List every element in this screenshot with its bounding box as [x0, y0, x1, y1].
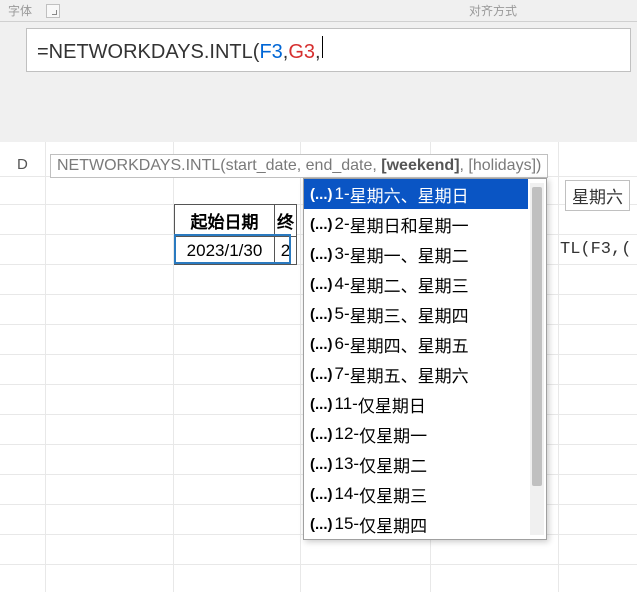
- dropdown-item-6[interactable]: (...)6 - 星期四、星期五: [304, 329, 528, 359]
- constant-icon: (...): [310, 486, 333, 503]
- dropdown-item-1[interactable]: (...)1 - 星期六、星期日: [304, 179, 528, 209]
- dropdown-item-4[interactable]: (...)4 - 星期二、星期三: [304, 269, 528, 299]
- dropdown-item-5[interactable]: (...)5 - 星期三、星期四: [304, 299, 528, 329]
- table-row: 2023/1/30 2: [175, 237, 297, 265]
- dropdown-item-2[interactable]: (...)2 - 星期日和星期一: [304, 209, 528, 239]
- constant-icon: (...): [310, 216, 333, 233]
- dropdown-item-11[interactable]: (...)11 - 仅星期日: [304, 389, 528, 419]
- table-row: 起始日期 终: [175, 205, 297, 237]
- constant-icon: (...): [310, 396, 333, 413]
- dropdown-item-14[interactable]: (...)14 - 仅星期三: [304, 479, 528, 509]
- column-header-d[interactable]: D: [17, 156, 28, 173]
- formula-text: =NETWORKDAYS.INTL(F3,G3,: [37, 36, 323, 64]
- constant-icon: (...): [310, 336, 333, 353]
- ribbon-group-align: 对齐方式: [461, 2, 637, 19]
- text-cursor-icon: [322, 36, 323, 58]
- header-end-date[interactable]: 终: [275, 205, 297, 237]
- header-start-date[interactable]: 起始日期: [175, 205, 275, 237]
- data-table: 起始日期 终 2023/1/30 2: [174, 204, 297, 265]
- weekend-autocomplete-dropdown[interactable]: (...)1 - 星期六、星期日 (...)2 - 星期日和星期一 (...)3…: [303, 178, 547, 540]
- dropdown-item-3[interactable]: (...)3 - 星期一、星期二: [304, 239, 528, 269]
- dropdown-scrollbar[interactable]: [530, 183, 544, 535]
- constant-icon: (...): [310, 246, 333, 263]
- partial-cell-text: TL(F3,(: [560, 240, 631, 259]
- constant-icon: (...): [310, 366, 333, 383]
- constant-icon: (...): [310, 306, 333, 323]
- constant-icon: (...): [310, 276, 333, 293]
- ribbon-group-row: 字体 对齐方式: [0, 0, 637, 22]
- cell-end-date[interactable]: 2: [275, 237, 297, 265]
- weekend-description-tooltip: 星期六: [565, 180, 630, 211]
- dropdown-item-13[interactable]: (...)13 - 仅星期二: [304, 449, 528, 479]
- ribbon-group-font: 字体: [0, 2, 40, 19]
- scrollbar-thumb[interactable]: [532, 187, 542, 486]
- constant-icon: (...): [310, 426, 333, 443]
- dialog-launcher-icon[interactable]: [46, 4, 60, 18]
- constant-icon: (...): [310, 186, 333, 203]
- formula-bar[interactable]: =NETWORKDAYS.INTL(F3,G3,: [26, 28, 631, 72]
- dropdown-item-12[interactable]: (...)12 - 仅星期一: [304, 419, 528, 449]
- dropdown-item-15[interactable]: (...)15 - 仅星期四: [304, 509, 528, 539]
- cell-start-date[interactable]: 2023/1/30: [175, 237, 275, 265]
- dropdown-item-7[interactable]: (...)7 - 星期五、星期六: [304, 359, 528, 389]
- function-signature-tooltip[interactable]: NETWORKDAYS.INTL(start_date, end_date, […: [50, 154, 548, 178]
- spreadsheet-grid[interactable]: D NETWORKDAYS.INTL(start_date, end_date,…: [0, 142, 637, 592]
- constant-icon: (...): [310, 516, 333, 533]
- constant-icon: (...): [310, 456, 333, 473]
